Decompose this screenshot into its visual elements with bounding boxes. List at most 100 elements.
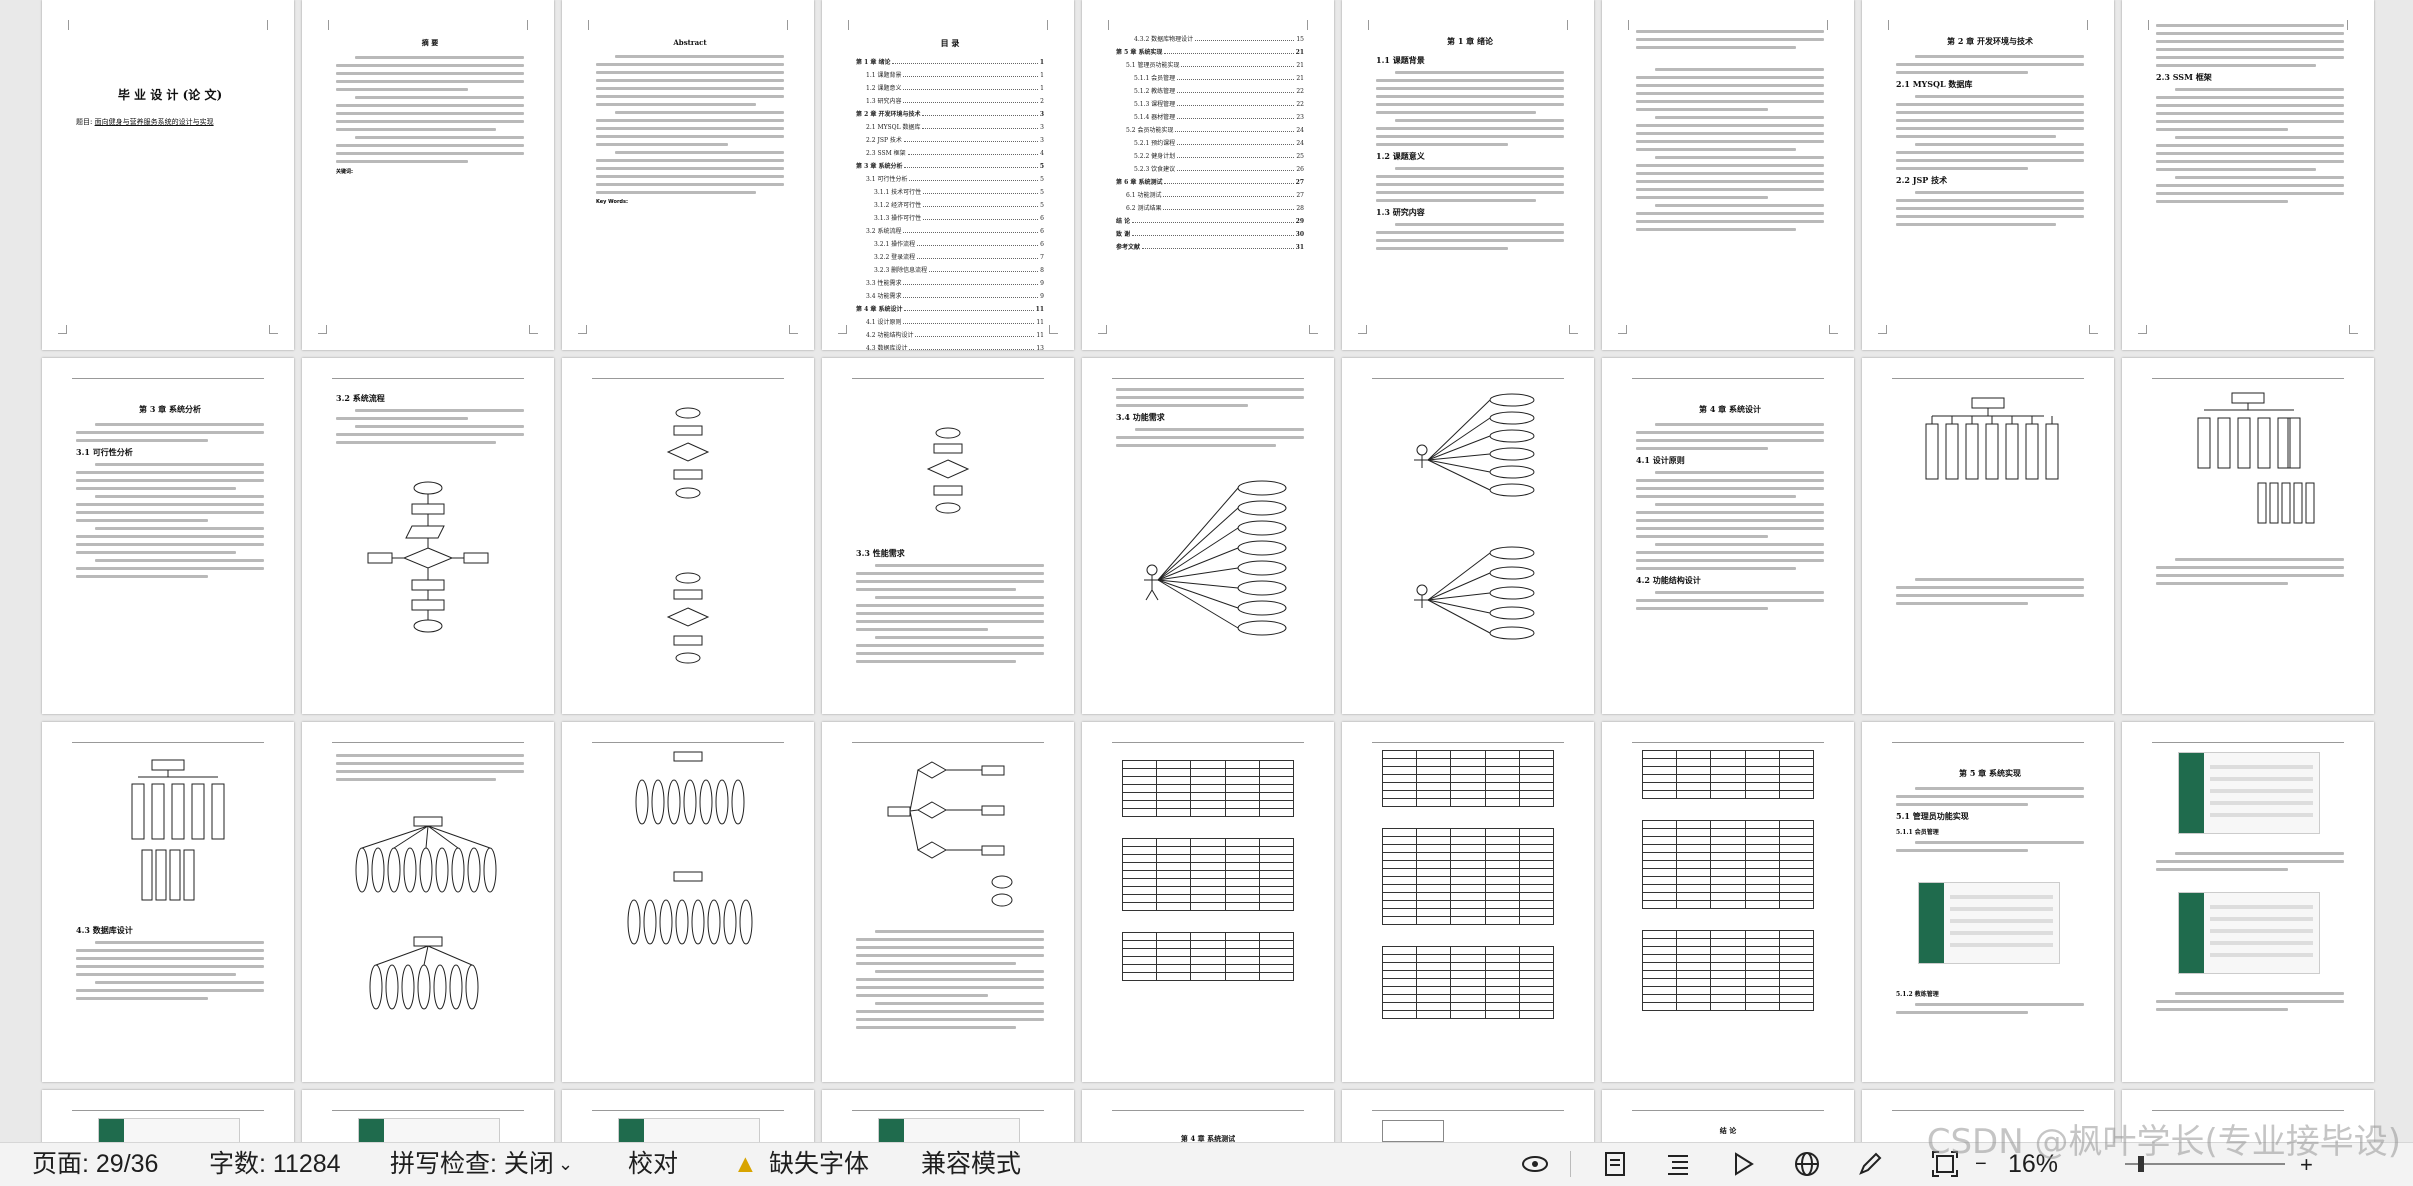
toc-entry[interactable]: 3.1.3 操作可行性 6 — [856, 213, 1044, 222]
toc-entry[interactable]: 6.1 功能测试 27 — [1116, 190, 1304, 199]
globe-icon[interactable] — [1792, 1149, 1822, 1179]
document-canvas[interactable]: 毕 业 设 计 (论 文) 题目: 面向健身与营养服务系统的设计与实现 摘 要 … — [0, 0, 2413, 1142]
page-toc-1[interactable]: 目 录 第 1 章 绪论 1 1.1 课题背景 1 1.2 课题意义 1 1.3 研究内容 2… — [822, 0, 1074, 350]
toc-entry[interactable]: 3.3 性能需求 9 — [856, 278, 1044, 287]
toc-entry[interactable]: 5.2 会员功能实现 24 — [1116, 125, 1304, 134]
toc-entry[interactable]: 3.1.1 技术可行性 5 — [856, 187, 1044, 196]
page-abstract-en[interactable]: Abstract Key Words: — [562, 0, 814, 350]
page-ch4[interactable]: 第 4 章 系统设计 4.1 设计原则 4.2 功能结构设计 — [1602, 358, 1854, 714]
toc-entry[interactable]: 第 6 章 系统测试 27 — [1116, 177, 1304, 186]
page-toc-2[interactable]: 4.3.2 数据库物理设计 15 第 5 章 系统实现 21 5.1 管理员功能实现 21… — [1082, 0, 1334, 350]
toc-entry-title: 6.2 测试结果 — [1126, 205, 1162, 212]
toc-entry-title: 3.1 可行性分析 — [866, 176, 908, 183]
toc-entry[interactable]: 3.4 功能需求 9 — [856, 291, 1044, 300]
toc-entry[interactable]: 第 4 章 系统设计 11 — [856, 304, 1044, 313]
page-ch1[interactable]: 第 1 章 绪论 1.1 课题背景 1.2 课题意义 1.3 研究内容 — [1342, 0, 1594, 350]
proofread-button[interactable]: 校对 — [628, 1143, 678, 1186]
page-ch2[interactable]: 第 2 章 开发环境与技术 2.1 MYSQL 数据库 2.2 JSP 技术 — [1862, 0, 2114, 350]
toc-entry-page: 1 — [1039, 59, 1044, 66]
page-ch3[interactable]: 第 3 章 系统分析 3.1 可行性分析 — [42, 358, 294, 714]
page-ch3-usecase2[interactable] — [1342, 358, 1594, 714]
toc-entry[interactable]: 1.2 课题意义 1 — [856, 83, 1044, 92]
toc-entry[interactable]: 2.2 JSP 技术 3 — [856, 135, 1044, 144]
toc-entry-title: 2.3 SSM 框架 — [866, 150, 906, 157]
toc-entry[interactable]: 4.3 数据库设计 13 — [856, 343, 1044, 350]
toc-entry[interactable]: 1.3 研究内容 2 — [856, 96, 1044, 105]
play-icon[interactable] — [1728, 1149, 1758, 1179]
toc-entry[interactable]: 第 3 章 系统分析 5 — [856, 161, 1044, 170]
page-ch3-flow2[interactable] — [562, 358, 814, 714]
page-ch4-tree[interactable]: 4.3 数据库设计 — [42, 722, 294, 1082]
word-count[interactable]: 字数: 11284 — [209, 1143, 341, 1186]
page-ch3-flow[interactable]: 3.2 系统流程 — [302, 358, 554, 714]
page-ch5-cont[interactable] — [2122, 722, 2374, 1082]
page-ch4-struct[interactable] — [1862, 358, 2114, 714]
page-ch2-cont[interactable]: 2.3 SSM 框架 — [2122, 0, 2374, 350]
toc-entry[interactable]: 2.1 MYSQL 数据库 3 — [856, 122, 1044, 131]
toc-entry[interactable]: 3.2.2 登录流程 7 — [856, 252, 1044, 261]
toc-entry[interactable]: 6.2 测试结果 28 — [1116, 203, 1304, 212]
ch5-title: 第 5 章 系统实现 — [1959, 768, 2021, 778]
toc-entry[interactable]: 第 2 章 开发环境与技术 3 — [856, 109, 1044, 118]
page-ch4-er2[interactable] — [562, 722, 814, 1082]
toc-entry-page: 8 — [1040, 267, 1044, 274]
toc-entry-title: 4.2 功能结构设计 — [866, 332, 914, 339]
toc-entry[interactable]: 3.2.3 删除信息流程 8 — [856, 265, 1044, 274]
page-ch4-tables[interactable] — [1082, 722, 1334, 1082]
page-ch4-struct2[interactable] — [2122, 358, 2374, 714]
page-row4-1[interactable] — [42, 1090, 294, 1142]
page-ch4-er[interactable] — [302, 722, 554, 1082]
page-conclusion[interactable]: 结 论 — [1602, 1090, 1854, 1142]
toc-entry[interactable]: 第 1 章 绪论 1 — [856, 57, 1044, 66]
pen-icon[interactable] — [1855, 1149, 1885, 1179]
toc-entry[interactable]: 4.1 设计原则 11 — [856, 317, 1044, 326]
page-row4-3[interactable] — [562, 1090, 814, 1142]
toc-entry-page: 13 — [1036, 345, 1044, 350]
toc-entry[interactable]: 3.2.1 操作流程 6 — [856, 239, 1044, 248]
toc-entry[interactable]: 参考文献 31 — [1116, 242, 1304, 251]
spell-check-status[interactable]: 拼写检查: 关闭 — [390, 1143, 554, 1186]
toc-entry[interactable]: 4.2 功能结构设计 11 — [856, 330, 1044, 339]
toc-entry[interactable]: 5.1.1 会员管理 21 — [1116, 73, 1304, 82]
page-abstract-cn[interactable]: 摘 要 关键词: — [302, 0, 554, 350]
page-row4-4[interactable] — [822, 1090, 1074, 1142]
toc-entry[interactable]: 5.1.4 器材管理 23 — [1116, 112, 1304, 121]
page-ch5[interactable]: 第 5 章 系统实现 5.1 管理员功能实现 5.1.1 会员管理 5.1.2 … — [1862, 722, 2114, 1082]
toc-entry[interactable]: 5.2.1 预约课程 24 — [1116, 138, 1304, 147]
toc-entry[interactable]: 1.1 课题背景 1 — [856, 70, 1044, 79]
page-ch3-perf[interactable]: 3.3 性能需求 — [822, 358, 1074, 714]
page-view-icon[interactable] — [1600, 1149, 1630, 1179]
toc-entry[interactable]: 5.1.3 课程管理 22 — [1116, 99, 1304, 108]
toc-entry-title: 3.2 系统流程 — [866, 228, 902, 235]
zoom-slider[interactable] — [2125, 1163, 2285, 1165]
toc-entry[interactable]: 5.2.3 饮食建议 26 — [1116, 164, 1304, 173]
toc-entry[interactable]: 第 5 章 系统实现 21 — [1116, 47, 1304, 56]
toc-entry[interactable]: 5.1.2 教练管理 22 — [1116, 86, 1304, 95]
toc-entry[interactable]: 4.3.2 数据库物理设计 15 — [1116, 34, 1304, 43]
page-ch6[interactable]: 第 4 章 系统测试 — [1082, 1090, 1334, 1142]
toc-entry-page: 1 — [1040, 85, 1044, 92]
chevron-down-icon[interactable]: ⌄ — [558, 1143, 573, 1186]
page-indicator[interactable]: 页面: 29/36 — [32, 1143, 158, 1186]
page-ch4-tables3[interactable] — [1602, 722, 1854, 1082]
toc-entry[interactable]: 致 谢 30 — [1116, 229, 1304, 238]
page-ch4-er3[interactable] — [822, 722, 1074, 1082]
page-ch1-cont[interactable] — [1602, 0, 1854, 350]
page-ch3-usecase[interactable]: 3.4 功能需求 — [1082, 358, 1334, 714]
page-ch6-cont[interactable] — [1342, 1090, 1594, 1142]
page-ch4-tables2[interactable] — [1342, 722, 1594, 1082]
toc-entry[interactable]: 2.3 SSM 框架 4 — [856, 148, 1044, 157]
eye-icon[interactable] — [1520, 1149, 1550, 1179]
page-cover[interactable]: 毕 业 设 计 (论 文) 题目: 面向健身与营养服务系统的设计与实现 — [42, 0, 294, 350]
toc-entry-page: 30 — [1295, 231, 1304, 238]
toc-entry[interactable]: 3.1 可行性分析 5 — [856, 174, 1044, 183]
toc-entry[interactable]: 3.1.2 经济可行性 5 — [856, 200, 1044, 209]
toc-entry[interactable]: 3.2 系统流程 6 — [856, 226, 1044, 235]
missing-font-button[interactable]: 缺失字体 — [769, 1143, 869, 1186]
outline-icon[interactable] — [1663, 1149, 1693, 1179]
toc-entry[interactable]: 5.2.2 健身计划 25 — [1116, 151, 1304, 160]
sec-1-1: 1.1 课题背景 — [1376, 55, 1425, 65]
page-row4-2[interactable] — [302, 1090, 554, 1142]
toc-entry[interactable]: 结 论 29 — [1116, 216, 1304, 225]
toc-entry[interactable]: 5.1 管理员功能实现 21 — [1116, 60, 1304, 69]
